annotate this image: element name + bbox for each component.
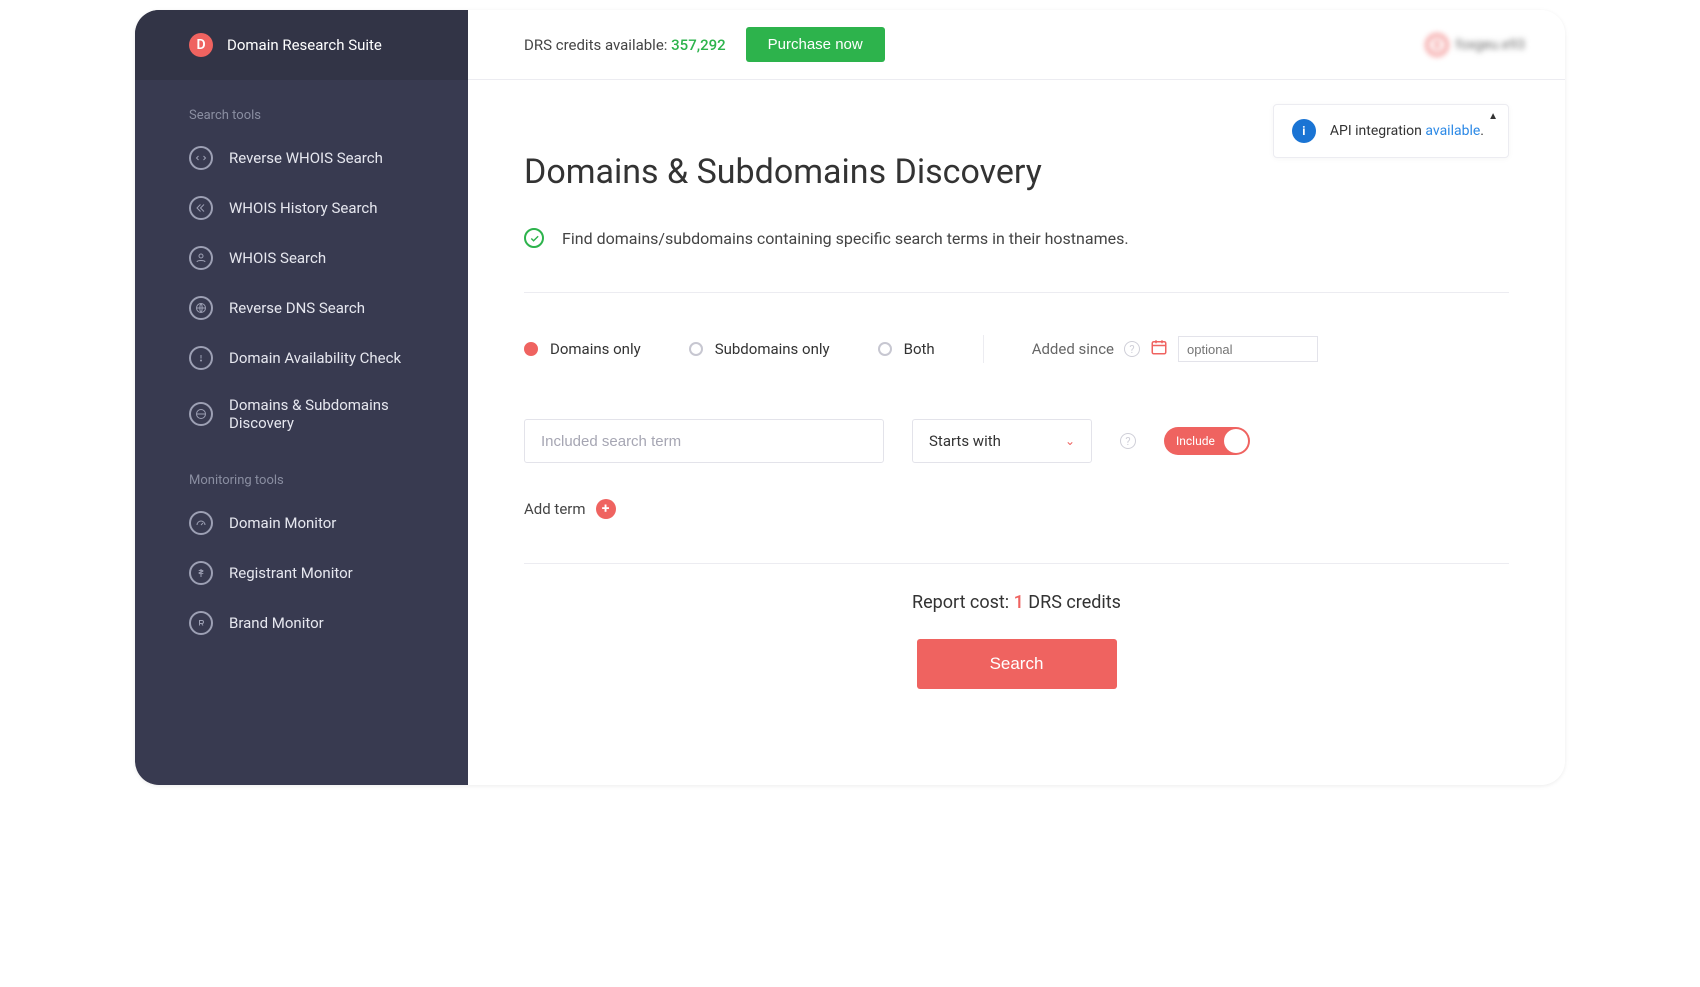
main-area: DRS credits available: 357,292 Purchase … xyxy=(468,10,1565,785)
report-cost-row: Report cost: 1 DRS credits xyxy=(524,564,1509,613)
added-since-label: Added since xyxy=(1032,340,1114,358)
radio-label: Subdomains only xyxy=(715,340,830,358)
content: ▲ i API integration available. Domains &… xyxy=(468,80,1565,785)
sidebar-item-brand-monitor[interactable]: Brand Monitor xyxy=(135,598,468,648)
person-icon xyxy=(189,246,213,270)
radio-both[interactable]: Both xyxy=(878,340,935,358)
sidebar-item-label: Brand Monitor xyxy=(229,614,324,632)
radio-label: Both xyxy=(904,340,935,358)
brand-logo-icon: D xyxy=(189,33,213,57)
sidebar-section-monitoring-tools: Monitoring tools xyxy=(135,445,468,498)
alert-icon xyxy=(189,346,213,370)
sidebar-item-whois-history[interactable]: WHOIS History Search xyxy=(135,183,468,233)
brand-title: Domain Research Suite xyxy=(227,36,382,54)
radio-dot-icon xyxy=(689,342,703,356)
added-since-group: Added since ? xyxy=(1032,336,1318,362)
add-term-label: Add term xyxy=(524,500,586,518)
sidebar-item-label: WHOIS History Search xyxy=(229,199,378,217)
sidebar-section-search-tools: Search tools xyxy=(135,80,468,133)
user-menu[interactable]: foxgeu.e93 xyxy=(1426,34,1525,56)
page-subtitle: Find domains/subdomains containing speci… xyxy=(562,229,1129,248)
user-icon xyxy=(1426,34,1448,56)
sidebar-item-whois-search[interactable]: WHOIS Search xyxy=(135,233,468,283)
radio-domains-only[interactable]: Domains only xyxy=(524,340,641,358)
credits-value: 357,292 xyxy=(671,36,726,54)
sidebar-item-label: Domains & Subdomains Discovery xyxy=(229,396,444,432)
radio-label: Domains only xyxy=(550,340,641,358)
caret-up-icon: ▲ xyxy=(1488,111,1498,122)
api-banner-text: API integration available. xyxy=(1330,123,1484,139)
plus-icon: + xyxy=(596,499,616,519)
calendar-icon[interactable] xyxy=(1150,338,1168,360)
sidebar-item-label: Domain Monitor xyxy=(229,514,336,532)
match-mode-value: Starts with xyxy=(929,432,1001,450)
sidebar-item-reverse-dns[interactable]: Reverse DNS Search xyxy=(135,283,468,333)
brand-area[interactable]: D Domain Research Suite xyxy=(135,10,468,80)
include-toggle-label: Include xyxy=(1176,434,1215,448)
check-icon xyxy=(524,228,544,248)
sidebar-item-domain-availability[interactable]: Domain Availability Check xyxy=(135,333,468,383)
api-icon: i xyxy=(1292,119,1316,143)
include-toggle[interactable]: Include xyxy=(1164,427,1250,455)
radio-subdomains-only[interactable]: Subdomains only xyxy=(689,340,830,358)
user-name: foxgeu.e93 xyxy=(1456,37,1525,53)
cost-prefix: Report cost: xyxy=(912,592,1014,613)
search-button[interactable]: Search xyxy=(917,639,1117,689)
api-integration-banner[interactable]: ▲ i API integration available. xyxy=(1273,104,1509,158)
help-icon[interactable]: ? xyxy=(1120,433,1136,449)
help-icon[interactable]: ? xyxy=(1124,341,1140,357)
toggle-knob xyxy=(1224,429,1248,453)
page-subtitle-row: Find domains/subdomains containing speci… xyxy=(524,192,1509,248)
scope-radio-group: Domains only Subdomains only Both xyxy=(524,340,935,358)
radio-dot-icon xyxy=(878,342,892,356)
credits-label: DRS credits available: 357,292 xyxy=(524,36,726,54)
app-frame: D Domain Research Suite Search tools Rev… xyxy=(135,10,1565,785)
world-icon xyxy=(189,402,213,426)
api-banner-prefix: API integration xyxy=(1330,123,1426,139)
dollar-icon xyxy=(189,561,213,585)
sidebar-item-reverse-whois[interactable]: Reverse WHOIS Search xyxy=(135,133,468,183)
add-term-button[interactable]: Add term + xyxy=(524,463,1509,519)
filter-options-row: Domains only Subdomains only Both Added … xyxy=(524,293,1509,363)
sidebar-item-label: Reverse DNS Search xyxy=(229,299,365,317)
match-mode-select[interactable]: Starts with ⌄ xyxy=(912,419,1092,463)
radio-dot-icon xyxy=(524,342,538,356)
swap-icon xyxy=(189,146,213,170)
cost-suffix: DRS credits xyxy=(1024,592,1121,613)
sidebar-item-label: Registrant Monitor xyxy=(229,564,353,582)
gauge-icon xyxy=(189,511,213,535)
globe-icon xyxy=(189,296,213,320)
search-term-input[interactable] xyxy=(524,419,884,463)
sidebar-item-domain-monitor[interactable]: Domain Monitor xyxy=(135,498,468,548)
sidebar-item-registrant-monitor[interactable]: Registrant Monitor xyxy=(135,548,468,598)
added-since-input[interactable] xyxy=(1178,336,1318,362)
sidebar-item-label: Reverse WHOIS Search xyxy=(229,149,383,167)
sidebar-item-domains-subdomains[interactable]: Domains & Subdomains Discovery xyxy=(135,383,468,445)
chevron-down-icon: ⌄ xyxy=(1065,434,1075,448)
purchase-now-button[interactable]: Purchase now xyxy=(746,27,885,62)
credits-prefix: DRS credits available: xyxy=(524,36,671,54)
topbar: DRS credits available: 357,292 Purchase … xyxy=(468,10,1565,80)
registered-icon xyxy=(189,611,213,635)
search-term-row: Starts with ⌄ ? Include xyxy=(524,363,1509,463)
sidebar-item-label: Domain Availability Check xyxy=(229,349,401,367)
sidebar-item-label: WHOIS Search xyxy=(229,249,326,267)
sidebar: D Domain Research Suite Search tools Rev… xyxy=(135,10,468,785)
cost-value: 1 xyxy=(1014,592,1024,613)
vertical-divider xyxy=(983,335,984,363)
api-available-link[interactable]: available xyxy=(1425,123,1480,139)
rewind-icon xyxy=(189,196,213,220)
